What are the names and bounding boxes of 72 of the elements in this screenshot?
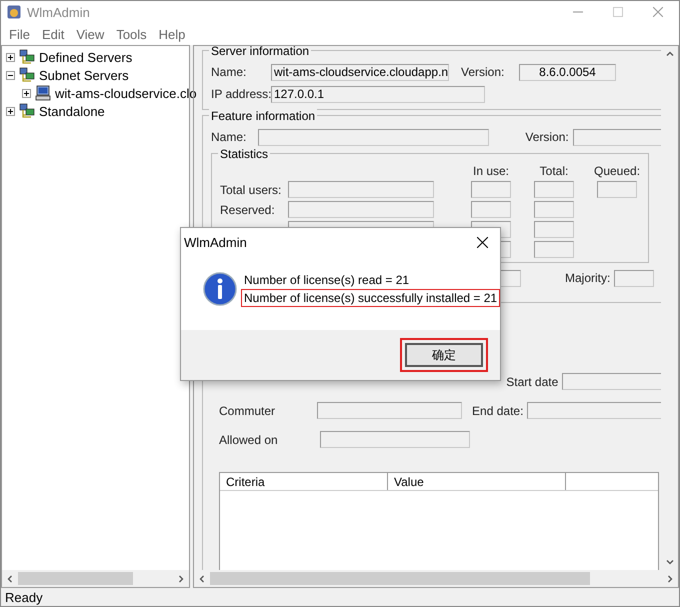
group-title: Feature information [209,109,318,123]
field-label: Version: [460,65,506,79]
allowed-on-field[interactable] [320,431,470,448]
stat-field[interactable] [597,181,637,198]
tree-item[interactable]: Subnet Servers [39,68,129,82]
scroll-left-icon[interactable] [198,574,206,582]
tree-item[interactable]: Standalone [39,104,105,118]
field-label: End date: [472,404,524,418]
row-label: Total users: [220,182,282,196]
column-label: Queued: [594,164,640,178]
field-label: Start date [506,374,558,388]
app-icon [7,5,21,19]
menu-item[interactable]: Edit [36,26,70,42]
tree-item[interactable]: Defined Servers [39,50,132,64]
end-date-field[interactable] [527,402,661,419]
dialog-title: WlmAdmin [184,234,247,250]
scroll-left-icon[interactable] [6,574,14,582]
network-icon [19,49,35,65]
window-title: WlmAdmin [27,4,90,20]
ok-button[interactable]: 确定 [405,343,483,367]
scroll-down-icon[interactable] [666,558,674,566]
computer-icon [35,85,51,101]
column-label: In use: [472,164,510,178]
expand-toggle[interactable] [6,106,15,116]
stat-field[interactable] [288,181,434,198]
network-icon [19,67,35,83]
stat-field[interactable] [534,181,574,198]
scroll-up-icon[interactable] [666,50,674,58]
scroll-right-icon[interactable] [177,574,185,582]
group-title: Statistics [218,147,270,161]
name-field[interactable]: wit-ams-cloudservice.cloudapp.n [271,64,449,80]
field-label: Name: [211,65,248,79]
expand-toggle[interactable] [6,52,15,62]
menu-item[interactable]: View [70,26,110,42]
field-label: Majority: [565,271,610,285]
feature-version-field[interactable] [572,128,661,146]
tree-item[interactable]: wit-ams-cloudservice.clo [55,86,197,100]
stat-field[interactable] [471,181,511,198]
menu-item[interactable]: Help [152,26,192,42]
column-header[interactable]: Value [388,473,566,490]
field-label: Name: [211,130,248,144]
menu-item[interactable]: Tools [110,26,153,42]
commuter-field[interactable] [316,402,462,419]
stat-field[interactable] [534,241,574,258]
majority-field[interactable] [614,270,654,286]
collapse-toggle[interactable] [6,70,15,80]
group-title: Server information [209,46,312,58]
status-text: Ready [4,588,44,606]
expand-toggle[interactable] [22,88,31,98]
version-field[interactable]: 8.6.0.0054 [519,64,616,80]
start-date-field[interactable] [562,373,661,390]
field-label: Allowed on [219,432,279,446]
horizontal-scrollbar[interactable] [2,570,189,587]
stat-field[interactable] [534,221,574,238]
stat-field[interactable] [534,201,574,218]
field-label: Commuter [219,404,276,418]
info-icon [203,272,237,306]
menu-item[interactable]: File [3,26,36,42]
scroll-right-icon[interactable] [666,574,674,582]
maximize-icon[interactable] [613,7,623,17]
message-text: Number of license(s) successfully installed = 21 [241,289,500,307]
message-text: Number of license(s) read = 21 [243,272,410,289]
row-label: Reserved: [220,202,276,216]
stat-field[interactable] [288,201,434,218]
column-label: Total: [540,164,568,178]
feature-name-field[interactable] [258,128,490,146]
close-icon[interactable] [477,236,488,248]
stat-field[interactable] [471,201,511,218]
network-icon [19,103,35,119]
field-label: Version: [525,130,569,144]
column-header[interactable]: Criteria [220,473,388,490]
ip-address-field[interactable]: 127.0.0.1 [271,86,485,102]
